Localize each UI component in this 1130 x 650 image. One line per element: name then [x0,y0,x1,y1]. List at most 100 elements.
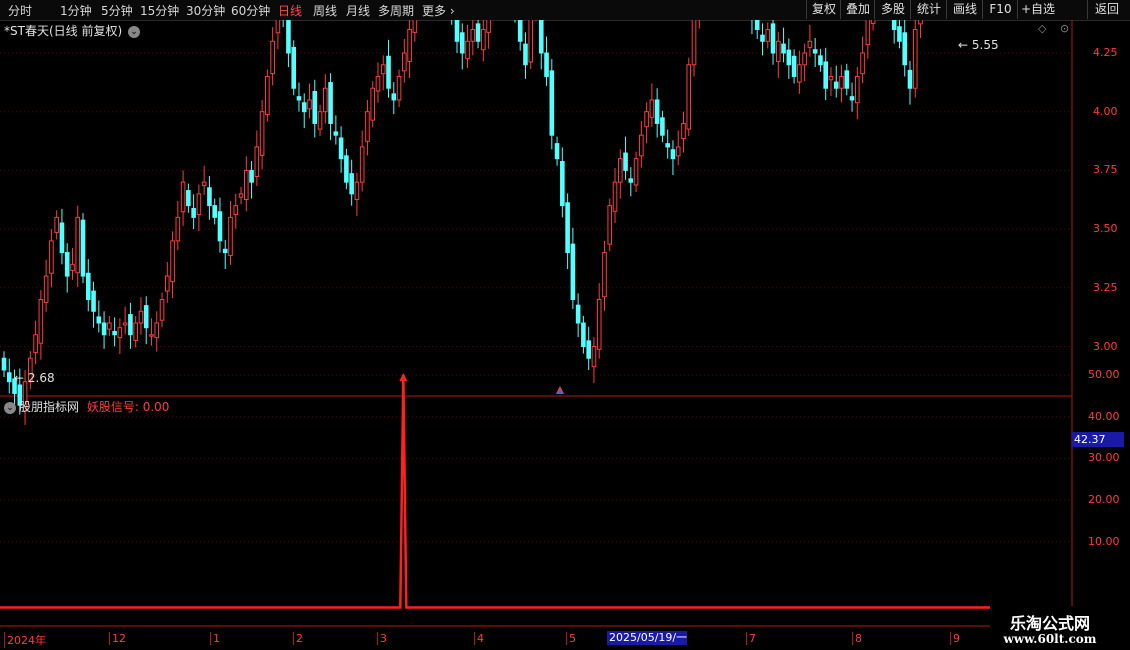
candle-body [823,61,829,89]
candle-body [117,327,123,339]
candle [282,20,284,28]
period-tab-10[interactable]: 更多 › [422,2,455,19]
candle-body [312,91,318,124]
candle-body [902,32,908,66]
candle-body [786,49,792,66]
candle [107,315,112,337]
candle-body [270,40,275,75]
period-tab-2[interactable]: 5分钟 [101,2,133,19]
candle-body [217,211,223,242]
indicator-tick-label: 30.00 [1088,451,1120,465]
candle [581,315,586,354]
candle [191,194,196,230]
candle [43,259,49,312]
toolbar-button-7[interactable]: 返回 [1087,0,1126,19]
chart-area[interactable] [0,20,1130,650]
period-tab-5[interactable]: 60分钟 [231,2,270,19]
period-tab-1[interactable]: 1分钟 [60,2,92,19]
candle-body [649,99,655,118]
candle [775,31,781,78]
period-tab-7[interactable]: 周线 [313,2,337,19]
candle [828,67,834,97]
candle [391,82,397,115]
candle-body [586,340,591,359]
toolbar-button-6[interactable]: +自选 [1017,0,1058,19]
candle-body [338,137,344,160]
toolbar-button-0[interactable]: 复权 [806,0,841,19]
period-tab-9[interactable]: 多周期 [378,2,414,19]
candle [565,193,570,270]
candle-body [122,322,128,326]
candle [528,20,534,69]
candle-body [375,75,381,92]
candle-body [681,122,686,139]
candle [560,147,565,218]
diamond-icon[interactable]: ◇ [1038,22,1046,35]
candle [686,57,692,137]
candle [751,20,753,35]
candle-body [222,248,228,254]
candle [1,351,7,378]
chevron-down-icon[interactable]: ⌄ [127,26,140,38]
candle-body [64,252,70,277]
candle-body [396,75,402,101]
candle-body [143,305,149,329]
candle [96,300,102,333]
candle-body [43,275,49,303]
candle-body [454,20,460,42]
indicator-tick-label: 20.00 [1088,493,1120,507]
candle-body [265,75,270,116]
candle [459,23,465,70]
candle [849,82,855,112]
period-tab-4[interactable]: 30分钟 [186,2,225,19]
candle [670,140,676,176]
candle-body [180,181,186,213]
time-tick-label: 3 [377,632,387,645]
candle-body [275,20,281,34]
toolbar-button-1[interactable]: 叠加 [840,0,875,19]
period-tab-6[interactable]: 日线 [278,2,302,19]
toolbar-button-2[interactable]: 多股 [874,0,911,19]
time-tick-label: 12 [109,632,126,645]
candle [860,36,865,84]
candle-body [291,46,297,89]
candle [791,49,797,84]
candle [586,326,591,370]
period-tab-3[interactable]: 15分钟 [140,2,179,19]
settings-circle-icon[interactable]: ⊙ [1060,22,1069,35]
candle [207,176,212,220]
candle-body [191,207,196,218]
price-tick-label: 3.50 [1093,222,1118,236]
toolbar-button-3[interactable]: 统计 [910,0,947,19]
chevron-down-icon[interactable]: ⌄ [4,402,16,414]
candle-body [243,169,249,201]
candle [681,111,686,153]
toolbar-button-4[interactable]: 画线 [946,0,983,19]
candle-body [828,75,834,81]
candle [535,20,537,22]
candle-body [602,252,607,298]
candle [918,20,923,38]
stock-title: *ST春天(日线 前复权) [4,24,123,38]
candle [64,243,70,293]
candle [839,64,844,103]
candle-body [538,20,544,54]
candle-body [575,304,581,324]
candle-body [918,20,923,25]
candle [698,20,700,29]
candle [286,20,291,68]
candle [375,62,381,103]
candle [59,208,65,265]
candle-body [770,23,776,54]
candle-body [470,29,476,42]
candle [233,193,239,229]
candle [891,20,897,44]
toolbar-button-5[interactable]: F10 [982,0,1018,19]
price-tick-label: 4.00 [1093,104,1118,118]
period-tab-8[interactable]: 月线 [346,2,370,19]
candle [649,83,655,127]
period-tab-0[interactable]: 分时 [8,2,32,19]
candle [517,20,523,51]
candle-body [85,272,91,301]
signal-label: 妖股信号: 0.00 [86,400,170,414]
